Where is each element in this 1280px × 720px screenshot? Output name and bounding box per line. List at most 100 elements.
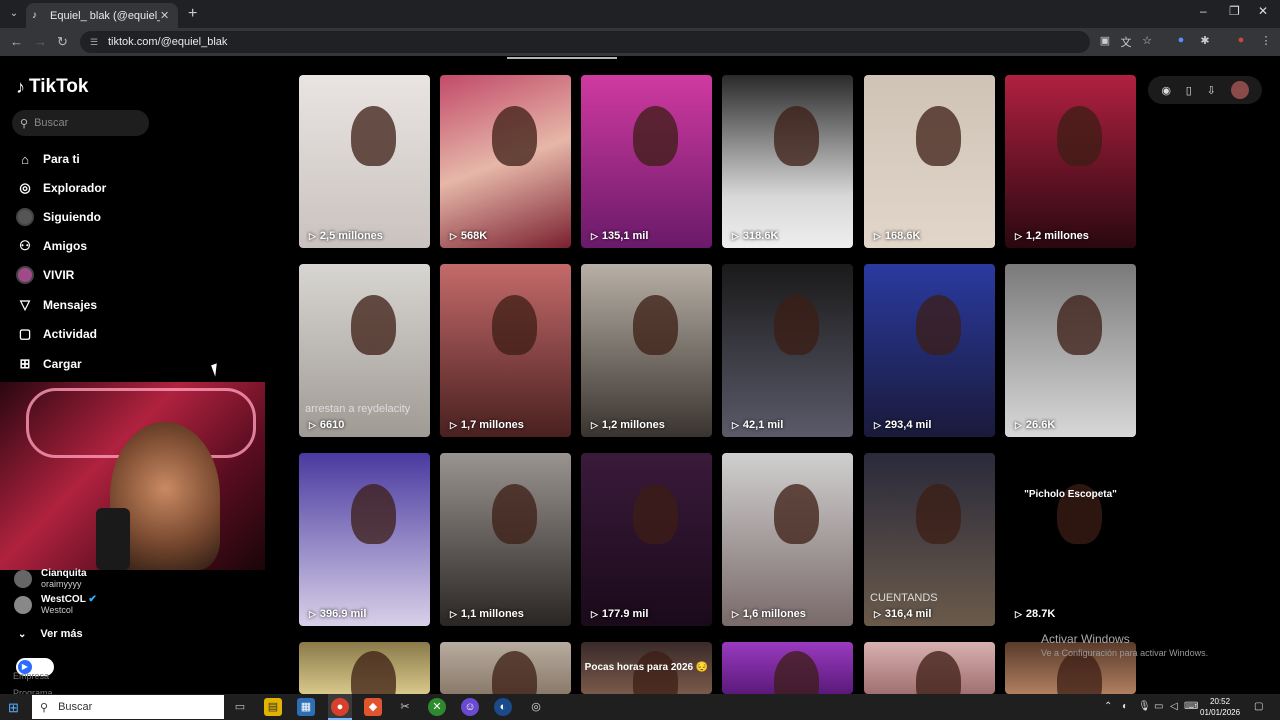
video-thumbnail[interactable] [440, 642, 571, 694]
new-tab-button[interactable]: + [188, 5, 197, 23]
following-item[interactable]: Cianquita oraimyyyy [14, 568, 87, 589]
video-thumbnail[interactable]: ▷ 1,7 millones [440, 264, 571, 437]
microphone-icon[interactable]: 🎙 [1138, 701, 1151, 712]
video-thumbnail[interactable] [299, 642, 430, 694]
thumbnail-subject [633, 484, 679, 545]
tray-app-icon[interactable]: ◐ [1122, 701, 1128, 712]
thumbnail-subject [492, 295, 538, 356]
webcam-overlay [0, 382, 265, 570]
tab-close-icon[interactable]: ✕ [160, 9, 172, 22]
play-icon: ▷ [591, 230, 598, 241]
tab-title: Equiel_ blak (@equiel_.blak) | Ti [50, 9, 160, 22]
reload-icon[interactable]: ↻ [57, 34, 68, 50]
sidebar-item-mensajes[interactable]: ▽ Mensajes [16, 296, 97, 314]
steam-icon[interactable]: ◐ [494, 698, 512, 716]
thumbnail-subject [774, 295, 820, 356]
bookmark-star-icon[interactable]: ☆ [1140, 34, 1154, 48]
notifications-icon[interactable]: ▢ [1254, 701, 1263, 712]
play-icon: ▷ [450, 419, 457, 430]
sidebar-item-actividad[interactable]: ▢ Actividad [16, 325, 97, 343]
video-thumbnail[interactable]: ▷ 568K [440, 75, 571, 248]
video-thumbnail[interactable]: ▷ 135,1 mil [581, 75, 712, 248]
cast-icon[interactable]: ▣ [1098, 34, 1112, 48]
browser-tab[interactable]: ♪ Equiel_ blak (@equiel_.blak) | Ti ✕ [26, 3, 178, 28]
thumbnail-subject [916, 295, 962, 356]
extension-icon[interactable]: ● [1174, 34, 1188, 48]
tab-search-chevron-icon[interactable]: ⌄ [6, 6, 22, 22]
video-thumbnail[interactable]: ▷ 42,1 mil [722, 264, 853, 437]
thumbnail-subject [774, 484, 820, 545]
sidebar-item-cargar[interactable]: ⊞ Cargar [16, 355, 82, 373]
view-count: ▷ 42,1 mil [732, 419, 783, 431]
volume-icon[interactable]: ◁ [1170, 701, 1178, 712]
task-view-icon[interactable]: ▭ [231, 698, 249, 716]
video-thumbnail[interactable]: ▷ 168.6K [864, 75, 995, 248]
play-icon: ▷ [874, 230, 881, 241]
video-thumbnail[interactable] [722, 642, 853, 694]
following-item[interactable]: WestCOL ✔ Westcol [14, 594, 97, 615]
view-count: ▷ 2,5 millones [309, 230, 383, 242]
network-icon[interactable]: ▭ [1154, 701, 1163, 712]
taskbar-search-input[interactable]: ⚲ Buscar [32, 695, 224, 719]
video-thumbnail[interactable]: ▷ 318.6K [722, 75, 853, 248]
profile-avatar[interactable] [1230, 81, 1249, 99]
view-count: ▷ 28.7K [1015, 608, 1055, 620]
obs-icon[interactable]: ◎ [527, 698, 545, 716]
view-count: ▷ 316,4 mil [874, 608, 931, 620]
tiktok-logo[interactable]: ♪ TikTok [16, 76, 88, 98]
sidebar-item-amigos[interactable]: ⚇ Amigos [16, 237, 87, 255]
video-thumbnail[interactable]: ▷ 26.6K [1005, 264, 1136, 437]
discord-icon[interactable]: ☺ [461, 698, 479, 716]
compass-icon[interactable]: ◉ [1161, 84, 1171, 97]
store-icon[interactable]: ▦ [297, 698, 315, 716]
video-thumbnail[interactable]: ▷ 2,5 millones [299, 75, 430, 248]
brave-icon[interactable]: ◆ [364, 698, 382, 716]
video-thumbnail[interactable]: ▷ 1,2 millones [581, 264, 712, 437]
ver-mas-button[interactable]: ⌄ Ver más [18, 628, 83, 640]
xbox-icon[interactable]: ✕ [428, 698, 446, 716]
taskbar-clock[interactable]: 20:52 01/01/2026 [1200, 696, 1240, 718]
view-count-label: 26.6K [1025, 419, 1056, 431]
profile-avatar-icon[interactable]: ● [1234, 34, 1248, 48]
video-thumbnail[interactable]: "Picholo Escopeta" ▷ 28.7K [1005, 453, 1136, 626]
chrome-icon[interactable]: ● [331, 698, 349, 716]
file-explorer-icon[interactable]: ▤ [264, 698, 282, 716]
extensions-puzzle-icon[interactable]: ✱ [1198, 34, 1212, 48]
footer-link[interactable]: Empresa [13, 671, 49, 681]
search-input[interactable]: ⚲ Buscar [12, 110, 149, 136]
video-thumbnail[interactable]: ▷ 396.9 mil [299, 453, 430, 626]
site-info-icon[interactable]: ☰ [90, 37, 100, 48]
video-thumbnail[interactable]: ▷ 177.9 mil [581, 453, 712, 626]
phone-icon[interactable]: ▯ [1186, 84, 1192, 97]
play-icon: ▷ [450, 230, 457, 241]
video-thumbnail[interactable]: ▷ 1,1 millones [440, 453, 571, 626]
view-count-label: 1,2 millones [601, 419, 665, 431]
sidebar-item-vivir[interactable]: VIVIR [16, 266, 74, 284]
translate-icon[interactable]: 文 [1119, 34, 1133, 49]
tray-chevron-icon[interactable]: ⌃ [1104, 701, 1112, 712]
forward-arrow-icon[interactable]: → [34, 34, 47, 49]
restore-button[interactable]: ❐ [1229, 4, 1240, 18]
sidebar-item-para-ti[interactable]: ⌂ Para ti [16, 150, 80, 168]
view-count-label: 42,1 mil [742, 419, 784, 431]
video-thumbnail[interactable]: arrestan a reydelacity ▷ 6610 [299, 264, 430, 437]
video-thumbnail[interactable]: ▷ 1,6 millones [722, 453, 853, 626]
sidebar-item-explorador[interactable]: ◎ Explorador [16, 179, 106, 197]
video-thumbnail[interactable]: Pocas horas para 2026 😔 [581, 642, 712, 694]
sidebar-item-siguiendo[interactable]: Siguiendo [16, 208, 101, 226]
video-thumbnail[interactable]: ▷ 293,4 mil [864, 264, 995, 437]
close-window-button[interactable]: ✕ [1258, 4, 1268, 18]
capcut-icon[interactable]: ✂ [396, 698, 414, 716]
windows-start-icon[interactable]: ⊞ [8, 700, 19, 716]
back-arrow-icon[interactable]: ← [10, 34, 23, 49]
following-name: WestCOL ✔ [41, 594, 97, 605]
video-thumbnail[interactable] [864, 642, 995, 694]
language-icon[interactable]: ⌨ [1184, 701, 1198, 712]
minimize-button[interactable]: – [1200, 4, 1207, 18]
download-icon[interactable]: ⇩ [1207, 84, 1216, 97]
browser-menu-icon[interactable]: ⋮ [1259, 34, 1273, 48]
address-bar[interactable]: ☰ tiktok.com/@equiel_blak [80, 31, 1090, 53]
video-thumbnail[interactable]: ▷ 1,2 millones [1005, 75, 1136, 248]
view-count-label: 168.6K [884, 230, 921, 242]
video-thumbnail[interactable]: CUENTANDS ▷ 316,4 mil [864, 453, 995, 626]
